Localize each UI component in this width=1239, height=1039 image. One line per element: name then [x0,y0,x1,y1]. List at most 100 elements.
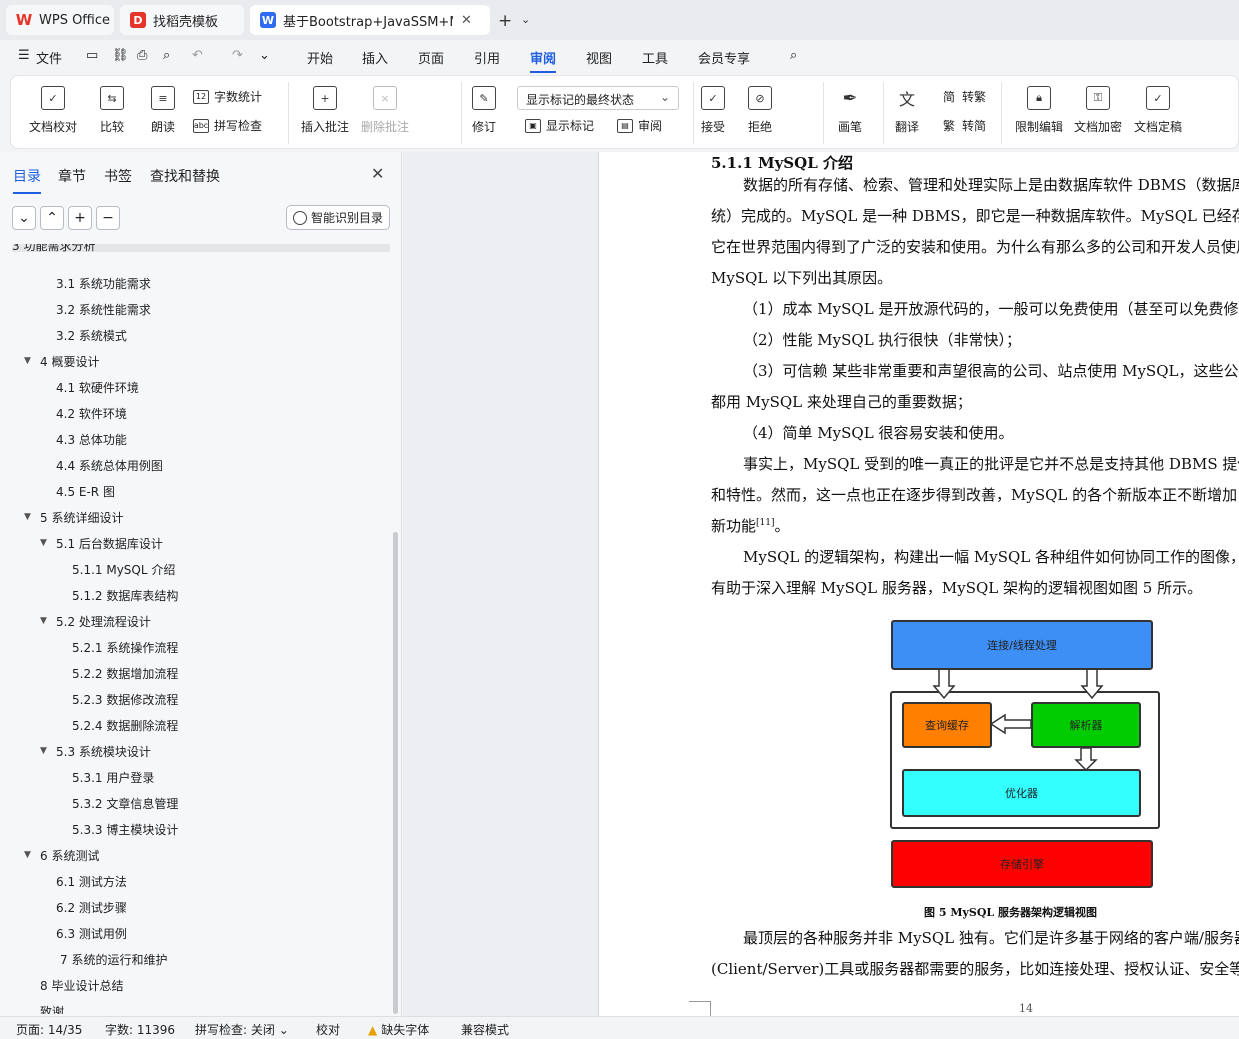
caret-down-icon[interactable]: ▼ [24,356,40,366]
toc-item[interactable]: 4.3 总体功能 [56,426,127,452]
document-page[interactable]: 5.1.1 MySQL 介绍 数据的所有存储、检索、管理和处理实际上是由数据库软件… [598,152,1239,1016]
menu-references[interactable]: 引用 [474,48,500,67]
smart-toc-button[interactable]: 智能识别目录 [286,205,390,230]
toc-item[interactable]: 5.3.3 博主模块设计 [72,816,178,842]
toc-item[interactable]: 6.1 测试方法 [56,868,127,894]
caret-down-icon[interactable]: ▼ [40,616,56,626]
toc-item[interactable]: 5.1.2 数据库表结构 [72,582,178,608]
toc-item[interactable]: 5.1.1 MySQL 介绍 [72,556,175,582]
link-icon[interactable]: ⛓ [112,48,129,63]
markup-state-select[interactable]: 显示标记的最终状态 ⌄ [517,86,679,110]
reject-button[interactable]: ⊘ 拒绝 [748,86,772,135]
toc-item[interactable]: 6.2 测试步骤 [56,894,127,920]
proofread-button[interactable]: ✓ 文档校对 [29,86,77,135]
translate-button[interactable]: 文 翻译 [895,86,919,135]
redo-icon[interactable]: ↷ [232,48,243,63]
toc-item[interactable]: 5.3.1 用户登录 [72,764,154,790]
chevron-down-icon[interactable]: ⌄ [259,48,270,63]
nav-tab-chapters[interactable]: 章节 [58,166,86,186]
expand-up-button[interactable]: ⌃ [40,206,64,230]
toc-item[interactable]: 4.5 E-R 图 [56,478,115,504]
collapse-all-button[interactable]: ⌄ [12,206,36,230]
toc-item-label: 6.3 测试用例 [56,926,127,941]
add-heading-button[interactable]: + [68,206,92,230]
toc-item[interactable]: ▼ 4 概要设计 [24,348,99,374]
word-count-indicator[interactable]: 字数: 11396 [105,1021,175,1038]
spell-check-status: 拼写检查: 关闭 [195,1023,275,1037]
menu-view[interactable]: 视图 [586,48,612,67]
toc-item[interactable]: 5.2.4 数据删除流程 [72,712,178,738]
tab-docer-templates[interactable]: D 找稻壳模板 [120,5,244,35]
show-markup-button[interactable]: ▣ 显示标记 [525,117,594,134]
restrict-edit-button[interactable]: 🔒︎ 限制编辑 [1015,86,1063,135]
save-icon[interactable]: ▭ [86,48,98,63]
toc-item[interactable]: 5.3.2 文章信息管理 [72,790,178,816]
proof-indicator[interactable]: 校对 [316,1021,340,1038]
word-count-button[interactable]: 12 字数统计 [193,88,262,105]
new-tab-icon[interactable]: + [498,11,512,31]
print-icon[interactable]: ⎙ [137,48,147,63]
close-icon[interactable]: ✕ [371,164,384,183]
track-changes-button[interactable]: ✎ 修订 [472,86,496,135]
toc-item[interactable]: 3.2 系统模式 [56,322,127,348]
encrypt-button[interactable]: ⚿ 文档加密 [1074,86,1122,135]
caret-down-icon[interactable]: ▼ [40,538,56,548]
to-simplified-button[interactable]: 繁 转简 [941,117,986,134]
toc-item[interactable]: 5.2.3 数据修改流程 [72,686,178,712]
toc-item[interactable]: 5.2.2 数据增加流程 [72,660,178,686]
caret-down-icon[interactable]: ▼ [40,746,56,756]
toc-item[interactable]: 致谢 [40,998,64,1015]
caret-down-icon[interactable]: ▼ [24,512,40,522]
paragraph-line: (Client/Server)工具或服务器都需要的服务，比如连接处理、授权认证、… [711,960,1239,978]
toc-item[interactable]: 7 系统的运行和维护 [60,946,167,972]
toc-item[interactable]: 3.2 系统性能需求 [56,296,151,322]
caret-down-icon[interactable]: ▼ [24,850,40,860]
missing-font-indicator[interactable]: ▲ 缺失字体 [368,1021,429,1038]
read-aloud-button[interactable]: ≡ 朗读 [151,86,175,135]
chevron-down-icon[interactable]: ⌄ [521,13,530,26]
page-indicator[interactable]: 页面: 14/35 [16,1021,82,1038]
toc-item[interactable]: ▼ 6 系统测试 [24,842,99,868]
undo-icon[interactable]: ↶ [192,48,203,63]
tab-wps-office[interactable]: W WPS Office [6,5,114,35]
tab-document[interactable]: W 基于Bootstrap+JavaSSM+M ✕ [250,5,490,35]
nav-scrollbar[interactable] [393,532,398,1014]
menu-insert[interactable]: 插入 [362,48,388,67]
toc-item[interactable]: 4.2 软件环境 [56,400,127,426]
toc-item[interactable]: 8 毕业设计总结 [40,972,123,998]
toc-item[interactable]: 6.3 测试用例 [56,920,127,946]
menu-tools[interactable]: 工具 [642,48,668,67]
toc-item[interactable]: 4.1 软硬件环境 [56,374,139,400]
spell-check-indicator[interactable]: 拼写检查: 关闭 ⌄ [195,1021,289,1038]
remove-heading-button[interactable]: − [96,206,120,230]
print-preview-icon[interactable]: ⌕ [163,48,170,63]
finalize-button[interactable]: ✓ 文档定稿 [1134,86,1182,135]
toc-item[interactable]: 4.4 系统总体用例图 [56,452,163,478]
spell-check-button[interactable]: abc 拼写检查 [193,117,262,134]
menu-start[interactable]: 开始 [307,48,333,67]
toc-item[interactable]: ▼ 5.3 系统模块设计 [40,738,151,764]
nav-tab-toc[interactable]: 目录 [13,166,41,194]
toc-item[interactable]: ▼ 5.1 后台数据库设计 [40,530,163,556]
pen-button[interactable]: ✒ 画笔 [838,86,862,135]
menu-review[interactable]: 审阅 [530,48,557,73]
hamburger-icon[interactable]: ☰ [18,48,30,63]
search-icon[interactable]: ⌕ [790,48,797,63]
toc-item[interactable]: 3.1 系统功能需求 [56,270,151,296]
nav-tab-bookmarks[interactable]: 书签 [104,166,132,186]
menu-file[interactable]: 文件 [36,48,62,67]
close-icon[interactable]: ✕ [461,13,472,28]
insert-comment-button[interactable]: + 插入批注 [301,86,349,135]
menu-membership[interactable]: 会员专享 [698,48,750,67]
toc-item[interactable]: 3 功能需求分析 [12,244,390,252]
nav-tab-find-replace[interactable]: 查找和替换 [150,166,220,186]
to-traditional-button[interactable]: 简 转繁 [941,88,986,105]
toc-item[interactable]: ▼ 5 系统详细设计 [24,504,123,530]
menu-page[interactable]: 页面 [418,48,444,67]
delete-comment-button[interactable]: × 删除批注 [361,86,409,135]
compare-button[interactable]: ⇆ 比较 [100,86,124,135]
toc-item[interactable]: 5.2.1 系统操作流程 [72,634,178,660]
toc-item[interactable]: ▼ 5.2 处理流程设计 [40,608,151,634]
review-pane-button[interactable]: ▤ 审阅 [617,117,662,134]
accept-button[interactable]: ✓ 接受 [701,86,725,135]
